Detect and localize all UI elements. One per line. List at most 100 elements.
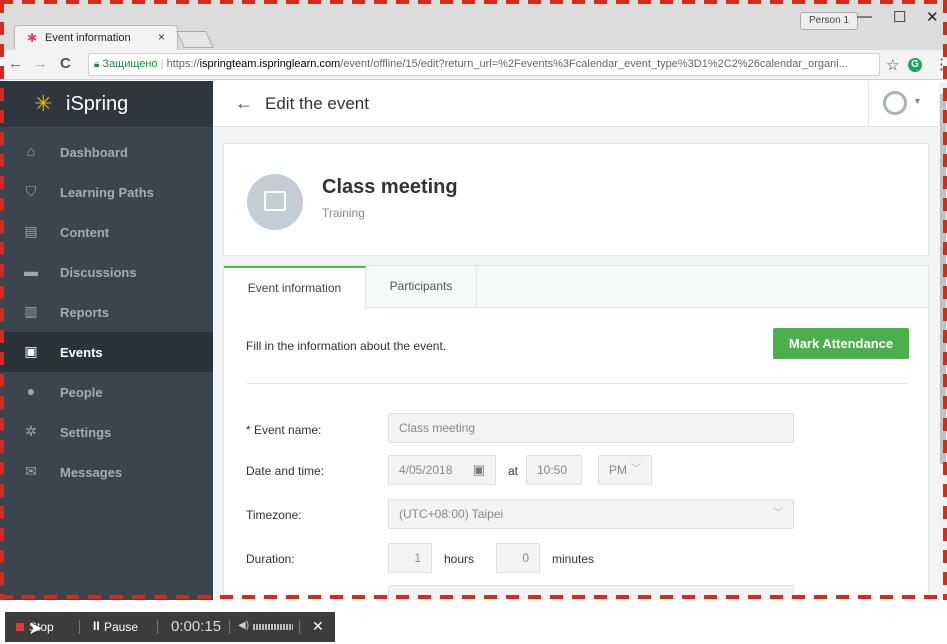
tab-event-information[interactable]: Event information [224, 266, 366, 309]
chevron-down-icon: ﹀ [773, 508, 783, 519]
divider [79, 620, 80, 634]
app-frame: ✱ Event information × Person 1 — ☐ ✕ ← →… [0, 0, 947, 600]
sidebar-item-content[interactable]: ▤ Content [0, 212, 213, 252]
date-time-label: Date and time: [246, 464, 325, 478]
sidebar-item-messages[interactable]: ✉ Messages [0, 452, 213, 492]
hours-field[interactable]: 1 [388, 543, 432, 573]
ampm-value: PM [609, 463, 627, 477]
event-form-card: Event information Participants Fill in t… [223, 265, 929, 600]
page-title: Edit the event [265, 94, 369, 113]
timezone-label: Timezone: [246, 508, 302, 522]
tab-close-icon[interactable]: × [158, 30, 165, 44]
minimize-icon[interactable]: — [857, 8, 872, 25]
event-title: Class meeting [322, 176, 458, 198]
volume-meter[interactable] [253, 624, 293, 630]
minutes-label: minutes [552, 552, 595, 566]
envelope-icon: ✉ [25, 463, 37, 479]
minutes-field[interactable]: 0 [496, 543, 540, 573]
sidebar-item-label: Content [60, 225, 110, 240]
chat-icon: ▬ [24, 263, 38, 279]
event-summary-card: Class meeting Training [223, 143, 929, 256]
mark-attendance-button[interactable]: Mark Attendance [773, 328, 909, 359]
url-scheme: https:// [166, 58, 200, 70]
brand-name: iSpring [66, 93, 129, 115]
sidebar-item-reports[interactable]: ▥ Reports [0, 292, 213, 332]
gear-icon: ✲ [25, 423, 37, 439]
reload-icon[interactable]: C [60, 55, 71, 72]
sidebar-item-label: Dashboard [60, 145, 128, 160]
brand[interactable]: ✳ iSpring [0, 81, 213, 127]
date-field[interactable]: 4/05/2018 ▣ [388, 455, 496, 485]
recording-timer: 0:00:15 [171, 618, 222, 635]
bookmark-star-icon[interactable]: ☆ [886, 56, 899, 74]
sidebar-item-dashboard[interactable]: ⌂ Dashboard [0, 132, 213, 172]
sidebar-item-learning-paths[interactable]: ⛉ Learning Paths [0, 172, 213, 212]
sidebar-item-label: Events [60, 345, 103, 360]
back-arrow-icon[interactable]: ← [235, 93, 253, 114]
event-name-field[interactable]: Class meeting [388, 413, 794, 443]
secure-label: Защищено [102, 58, 158, 70]
forward-icon[interactable]: → [33, 55, 48, 72]
pause-button[interactable]: Pause [104, 620, 138, 634]
duration-label: Duration: [246, 552, 295, 566]
divider [299, 620, 300, 634]
close-icon[interactable]: ✕ [312, 618, 324, 635]
event-name-label: * Event name: [246, 423, 322, 437]
hours-label: hours [444, 552, 475, 566]
sidebar-item-label: Reports [60, 305, 110, 320]
time-field[interactable]: 10:50 [526, 455, 582, 485]
mouse-cursor-icon: ➤ [28, 618, 44, 638]
divider [229, 620, 230, 634]
sidebar-item-people[interactable]: ● People [0, 372, 213, 412]
profile-button[interactable]: Person 1 [800, 12, 859, 30]
volume-icon[interactable]: ◀) [238, 620, 249, 631]
calendar-picker-icon[interactable]: ▣ [473, 456, 485, 484]
form-hint: Fill in the information about the event. [246, 339, 447, 353]
sidebar-item-label: Learning Paths [60, 185, 154, 200]
sidebar-item-settings[interactable]: ✲ Settings [0, 412, 213, 452]
recording-area-border [0, 595, 947, 599]
extension-icon[interactable]: G [908, 58, 922, 72]
sidebar-item-label: Settings [60, 425, 112, 440]
browser-tab-strip: ✱ Event information × Person 1 — ☐ ✕ [0, 0, 947, 50]
ampm-select[interactable]: PM ﹀ [598, 455, 652, 485]
recording-area-border [943, 0, 947, 600]
header-divider [868, 81, 869, 127]
maximize-icon[interactable]: ☐ [893, 8, 906, 26]
at-label: at [508, 464, 519, 478]
stop-icon[interactable] [16, 623, 24, 631]
page-header: ← Edit the event ▼ [213, 81, 947, 127]
lock-icon: 🔒︎ [94, 59, 100, 70]
event-calendar-icon [247, 174, 303, 230]
bar-chart-icon: ▥ [24, 303, 38, 319]
close-window-icon[interactable]: ✕ [926, 8, 939, 26]
calendar-glyph [264, 191, 286, 211]
graduation-cap-icon: ⛉ [25, 183, 37, 199]
chevron-down-icon[interactable]: ▼ [913, 96, 922, 106]
back-icon[interactable]: ← [8, 55, 23, 72]
home-icon: ⌂ [26, 143, 36, 159]
sidebar-item-label: People [60, 385, 103, 400]
event-type: Training [322, 206, 365, 220]
document-icon: ▤ [24, 223, 38, 239]
url-input[interactable]: 🔒︎ Защищено | https://ispringteam.isprin… [88, 53, 880, 76]
tab-bar: Event information Participants [224, 266, 928, 309]
avatar[interactable] [883, 91, 907, 115]
tab-participants[interactable]: Participants [366, 266, 477, 308]
sidebar-item-discussions[interactable]: ▬ Discussions [0, 252, 213, 292]
ispring-favicon-icon: ✱ [27, 31, 38, 45]
divider [246, 383, 908, 384]
sidebar-item-label: Discussions [60, 265, 137, 280]
url-host: ispringteam.ispringlearn.com [199, 58, 341, 70]
new-tab-button[interactable] [176, 31, 214, 48]
browser-tab[interactable]: ✱ Event information × [14, 25, 178, 50]
pause-icon[interactable]: II [93, 619, 100, 633]
sidebar: ✳ iSpring ⌂ Dashboard ⛉ Learning Paths ▤… [0, 81, 213, 600]
recording-area-border [0, 0, 4, 600]
ispring-logo-icon: ✳ [34, 91, 53, 116]
calendar-icon: ▣ [24, 343, 38, 359]
sidebar-item-events[interactable]: ▣ Events [0, 332, 213, 372]
address-bar: ← → C 🔒︎ Защищено | https://ispringteam.… [0, 50, 947, 80]
sidebar-item-label: Messages [60, 465, 123, 480]
timezone-select[interactable]: (UTC+08:00) Taipei ﹀ [388, 499, 794, 529]
